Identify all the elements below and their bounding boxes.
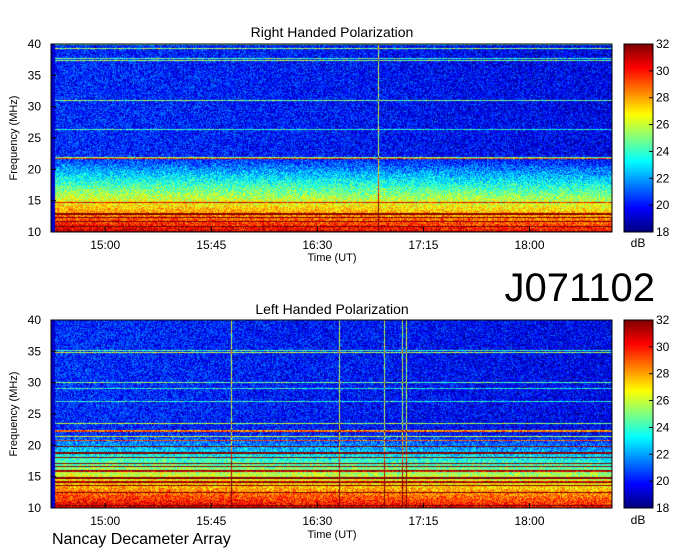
right-x-axis-label: Time (UT) <box>307 252 356 264</box>
right-colorbar-holder <box>624 44 653 232</box>
x-tick-label: 17:15 <box>408 514 438 528</box>
left-colorbar-holder <box>624 320 653 508</box>
colorbar-tick-label: 30 <box>656 340 670 354</box>
y-tick-label: 35 <box>28 344 42 358</box>
right-polarization-panel: Right Handed Polarization 10 15 20 25 30 35 40… <box>8 24 670 264</box>
y-tick-label: 20 <box>28 438 42 452</box>
left-x-axis-label: Time (UT) <box>307 529 356 541</box>
y-tick-label: 40 <box>28 37 42 51</box>
x-tick-label: 15:00 <box>90 238 120 252</box>
colorbar-tick-label: 18 <box>656 501 670 515</box>
x-tick-label: 15:45 <box>196 514 226 528</box>
colorbar-tick-label: 28 <box>656 367 670 381</box>
left-spectrogram-canvas-holder <box>51 320 612 508</box>
y-tick-label: 10 <box>28 501 42 515</box>
colorbar-tick-label: 20 <box>656 198 670 212</box>
dynamic-spectrum-figure: Right Handed Polarization 10 15 20 25 30 35 40… <box>8 24 670 548</box>
y-tick-label: 40 <box>28 313 42 327</box>
colorbar-tick-label: 24 <box>656 420 670 434</box>
left-polarization-panel: Left Handed Polarization 10152025303540 … <box>8 301 670 541</box>
right-spectrogram-image <box>51 44 612 232</box>
left-y-axis-label: Frequency (MHz) <box>8 372 20 457</box>
colorbar-tick-label: 22 <box>656 447 670 461</box>
y-tick-label: 15 <box>28 194 42 208</box>
right-spectrogram-canvas-holder <box>51 44 612 232</box>
x-tick-label: 16:30 <box>302 514 332 528</box>
y-tick-label: 10 <box>28 225 42 239</box>
x-tick-label: 18:00 <box>514 238 544 252</box>
x-tick-label: 16:30 <box>302 238 332 252</box>
colorbar-tick-label: 30 <box>656 64 670 78</box>
colorbar-tick-label: 24 <box>656 144 670 158</box>
y-tick-label: 30 <box>28 100 42 114</box>
right-panel-title: Right Handed Polarization <box>251 24 414 40</box>
colorbar-tick-label: 22 <box>656 171 670 185</box>
y-tick-label: 25 <box>28 131 42 145</box>
y-tick-label: 25 <box>28 407 42 421</box>
colorbar-tick-label: 32 <box>656 313 670 327</box>
colorbar-tick-label: 18 <box>656 225 670 239</box>
y-tick-label: 20 <box>28 162 42 176</box>
x-tick-label: 18:00 <box>514 514 544 528</box>
x-tick-label: 15:45 <box>196 238 226 252</box>
instrument-footer: Nancay Decameter Array <box>52 531 231 548</box>
left-colorbar-label: dB <box>631 513 646 527</box>
colorbar-tick-label: 26 <box>656 118 670 132</box>
right-colorbar <box>624 44 653 232</box>
right-colorbar-label: dB <box>631 236 646 250</box>
x-tick-label: 17:15 <box>408 238 438 252</box>
colorbar-tick-label: 20 <box>656 474 670 488</box>
x-tick-label: 15:00 <box>90 514 120 528</box>
y-tick-label: 35 <box>28 68 42 82</box>
y-tick-label: 30 <box>28 376 42 390</box>
right-y-axis-label: Frequency (MHz) <box>8 96 20 181</box>
colorbar-tick-label: 32 <box>656 37 670 51</box>
observation-id: J071102 <box>504 266 655 310</box>
left-spectrogram-image <box>51 320 612 508</box>
y-tick-label: 15 <box>28 470 42 484</box>
left-panel-title: Left Handed Polarization <box>255 301 408 317</box>
colorbar-tick-label: 28 <box>656 91 670 105</box>
colorbar-tick-label: 26 <box>656 394 670 408</box>
left-colorbar <box>624 320 653 508</box>
